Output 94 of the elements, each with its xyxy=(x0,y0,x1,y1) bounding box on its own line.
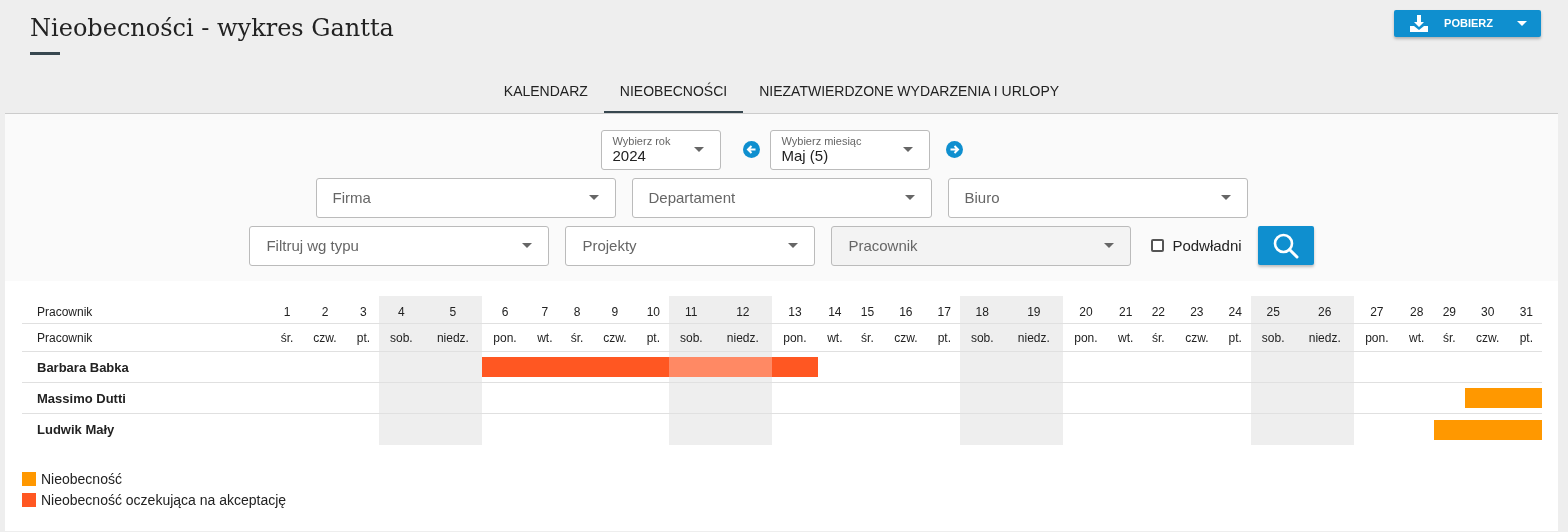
weekday-label: czw. xyxy=(302,323,348,352)
day-number: 29 xyxy=(1433,295,1465,324)
tab[interactable]: NIEZATWIERDZONE WYDARZENIA I URLOPY xyxy=(743,74,1076,113)
caret-icon xyxy=(902,147,913,153)
weekday-label: sob. xyxy=(1250,323,1296,352)
day-number: 1 xyxy=(272,295,303,324)
weekday-label: sob. xyxy=(668,323,714,352)
download-icon xyxy=(1410,15,1429,32)
weekday-label: niedz. xyxy=(1295,323,1354,352)
legend-label: Nieobecność xyxy=(41,469,122,489)
weekday-label: pon. xyxy=(1353,323,1400,352)
day-number: 25 xyxy=(1250,295,1296,324)
weekday-label: czw. xyxy=(592,323,638,352)
weekday-label: wt. xyxy=(527,323,562,352)
weekday-label: czw. xyxy=(1173,323,1220,352)
checkbox[interactable] xyxy=(1151,239,1165,253)
day-number: 27 xyxy=(1353,295,1400,324)
day-number: 12 xyxy=(713,295,773,324)
weekday-label: pon. xyxy=(1063,323,1109,352)
day-number: 24 xyxy=(1219,295,1251,324)
column-header: Pracownik xyxy=(22,295,272,324)
day-number: 7 xyxy=(527,295,562,324)
day-number: 4 xyxy=(379,295,424,324)
weekday-label: pt. xyxy=(928,323,960,352)
caret-icon xyxy=(693,147,704,153)
day-number: 11 xyxy=(668,295,714,324)
weekday-label: wt. xyxy=(1399,323,1434,352)
download-button[interactable]: POBIERZ xyxy=(1394,10,1541,37)
day-number: 2 xyxy=(302,295,348,324)
day-number: 23 xyxy=(1173,295,1220,324)
title-underline xyxy=(30,51,60,55)
day-number: 20 xyxy=(1063,295,1109,324)
caret-icon xyxy=(522,243,533,249)
day-number: 15 xyxy=(851,295,883,324)
day-number: 28 xyxy=(1399,295,1434,324)
weekday-label: śr. xyxy=(851,323,883,352)
caret-icon xyxy=(1220,195,1231,201)
day-number: 16 xyxy=(883,295,929,324)
day-number: 8 xyxy=(561,295,593,324)
dropdown-field[interactable]: Departament xyxy=(631,177,932,218)
weekday-label: czw. xyxy=(883,323,929,352)
day-number: 21 xyxy=(1108,295,1143,324)
page-title: Nieobecności - wykres Gantta xyxy=(29,13,394,43)
caret-icon xyxy=(788,243,799,249)
day-number: 22 xyxy=(1142,295,1174,324)
day-number: 26 xyxy=(1295,295,1354,324)
weekday-label: śr. xyxy=(272,323,303,352)
dropdown-field[interactable]: Wybierz rok 2024 xyxy=(600,129,721,170)
weekday-label: wt. xyxy=(1108,323,1143,352)
day-number: 17 xyxy=(928,295,960,324)
search-button[interactable] xyxy=(1257,226,1314,266)
weekday-label: śr. xyxy=(1142,323,1174,352)
weekday-label: czw. xyxy=(1464,323,1511,352)
caret-icon xyxy=(904,195,915,201)
legend-label: Nieobecność oczekująca na akceptację xyxy=(41,490,287,510)
weekday-label: sob. xyxy=(959,323,1005,352)
employee-name: Barbara Babka xyxy=(22,351,272,383)
weekday-label: pt. xyxy=(637,323,669,352)
weekday-label: pon. xyxy=(772,323,818,352)
caret-icon xyxy=(1517,21,1527,26)
tab[interactable]: KALENDARZ xyxy=(487,74,604,113)
day-number: 18 xyxy=(959,295,1005,324)
dropdown-field[interactable]: Firma xyxy=(315,177,616,218)
search-icon xyxy=(1272,232,1299,259)
weekday-label: pt. xyxy=(1219,323,1251,352)
day-number: 14 xyxy=(817,295,852,324)
day-number: 19 xyxy=(1004,295,1063,324)
day-number: 3 xyxy=(347,295,379,324)
employee-name: Massimo Dutti xyxy=(22,382,272,414)
day-number: 6 xyxy=(482,295,528,324)
weekday-label: śr. xyxy=(1433,323,1465,352)
dropdown-field[interactable]: Wybierz miesiąc Maj (5) xyxy=(769,129,930,170)
dropdown-field[interactable]: Filtruj wg typu xyxy=(249,225,550,266)
day-number: 30 xyxy=(1464,295,1511,324)
day-number: 10 xyxy=(637,295,669,324)
weekday-label: wt. xyxy=(817,323,852,352)
column-header: Pracownik xyxy=(22,323,272,352)
day-number: 5 xyxy=(423,295,483,324)
tab[interactable]: NIEOBECNOŚCI xyxy=(603,74,744,113)
dropdown-field[interactable]: Projekty xyxy=(565,225,816,266)
weekday-label: pt. xyxy=(1510,323,1542,352)
day-number: 31 xyxy=(1510,295,1542,324)
checkbox-label[interactable]: Podwładni xyxy=(1151,234,1242,258)
day-number: 13 xyxy=(772,295,818,324)
caret-icon xyxy=(588,195,599,201)
dropdown-field: Pracownik xyxy=(831,225,1132,266)
weekday-label: sob. xyxy=(379,323,424,352)
weekday-label: pt. xyxy=(347,323,379,352)
caret-icon xyxy=(1104,243,1115,249)
dropdown-field[interactable]: Biuro xyxy=(947,177,1248,218)
day-number: 9 xyxy=(592,295,638,324)
weekday-label: śr. xyxy=(561,323,593,352)
weekday-label: pon. xyxy=(482,323,528,352)
employee-name: Ludwik Mały xyxy=(22,413,272,445)
